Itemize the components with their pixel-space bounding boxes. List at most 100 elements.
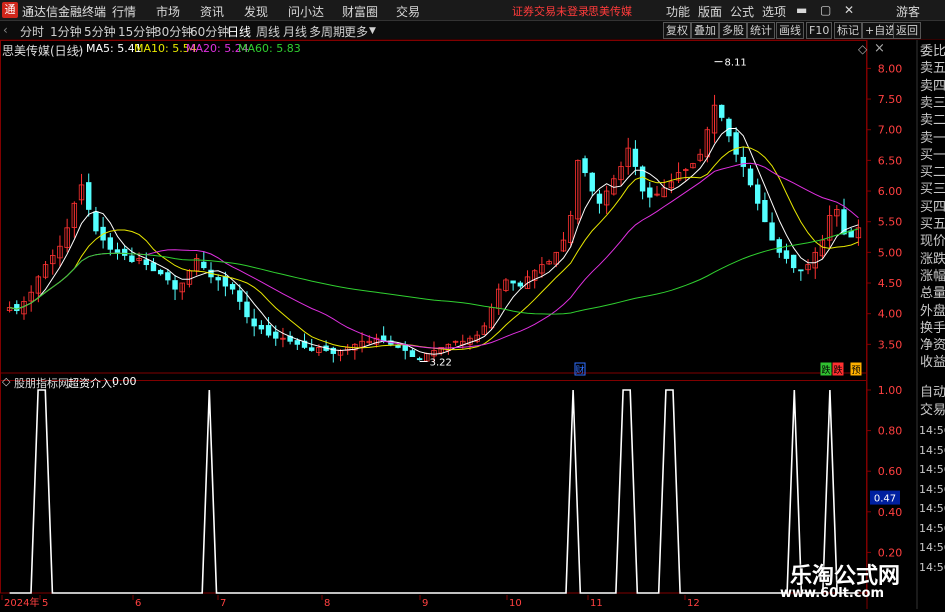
candle-down (798, 269, 804, 272)
quote-field-label: 委比 (920, 44, 945, 59)
menu-item-function[interactable]: 功能 (666, 3, 690, 20)
menu-item-ask[interactable]: 问小达 (288, 3, 324, 20)
trade-panel-label[interactable]: 交易 (920, 403, 945, 418)
candle-down (747, 168, 754, 186)
candle-down (129, 255, 135, 262)
stats-button[interactable]: 统计 (747, 22, 775, 39)
ma10-line (9, 146, 859, 351)
menu-item-layout[interactable]: 版面 (698, 3, 722, 20)
quote-field-label: 卖四 (920, 78, 945, 94)
candle-down (244, 301, 250, 318)
menu-item-trade[interactable]: 交易 (396, 3, 420, 20)
current-stock-name: 思美传媒 (588, 5, 632, 18)
menu-item-market[interactable]: 市场 (156, 3, 180, 20)
x-tick-label: 2024年 (4, 596, 39, 609)
candle-down (783, 250, 790, 259)
trade-panel-label[interactable]: 自动 (920, 385, 945, 400)
candle-down (790, 254, 797, 269)
period-tab-60min[interactable]: 60分钟 (190, 23, 229, 40)
candle-down (582, 158, 588, 174)
guest-label[interactable]: 游客 (896, 3, 920, 20)
indicator-label: 超资介入: (68, 377, 116, 390)
trade-time: 14:56 (919, 541, 945, 554)
indicator-tick-label: 1.00 (878, 384, 903, 397)
period-tab-weekly[interactable]: 周线 (256, 23, 280, 40)
ma60-label: MA60: 5.83 (238, 42, 301, 55)
candle-down (14, 304, 20, 312)
quote-field-label: 涨跌 (920, 251, 945, 267)
x-tick-label: 8 (324, 598, 330, 609)
menu-item-news[interactable]: 资讯 (200, 3, 224, 20)
candle-down (201, 261, 207, 269)
period-tab-intraday[interactable]: 分时 (20, 23, 44, 40)
trade-time: 14:56 (919, 443, 945, 457)
quote-field-label: 卖一 (920, 130, 945, 146)
login-notice[interactable]: 证券交易未登录 (512, 3, 589, 19)
price-tick-label: 5.00 (878, 246, 903, 259)
indicator-tick-label: 0.80 (878, 425, 903, 438)
ma20-line (9, 162, 859, 349)
period-tab-15min[interactable]: 15分钟 (118, 23, 157, 40)
candle-down (258, 324, 265, 330)
period-tab-1min[interactable]: 1分钟 (50, 23, 82, 40)
maximize-icon[interactable]: ▢ (820, 3, 831, 17)
candle-down (172, 280, 178, 290)
settings-chevron-icon[interactable]: ⌄ (74, 42, 83, 55)
trade-time: 14:56 (919, 424, 945, 437)
period-tab-monthly[interactable]: 月线 (283, 23, 307, 40)
period-tab-daily[interactable]: 日线 (227, 23, 251, 40)
quote-field-label: 买四 (920, 199, 945, 215)
menu-item-options[interactable]: 选项 (762, 3, 786, 20)
candle-down (165, 272, 171, 281)
candle-down (86, 182, 92, 210)
menu-item-quotes[interactable]: 行情 (112, 3, 136, 20)
period-tab-30min[interactable]: 30分钟 (154, 23, 193, 40)
more-chevron-icon[interactable]: ▼ (369, 26, 376, 36)
candle-down (309, 347, 315, 351)
period-tab-5min[interactable]: 5分钟 (84, 23, 116, 40)
main-chart-frame (0, 40, 867, 381)
multi-stock-button[interactable]: 多股 (719, 22, 747, 39)
indicator-value: 0.00 (112, 375, 137, 388)
x-tick-label: 6 (135, 598, 141, 609)
trade-time: 14:56 (919, 463, 945, 476)
chart-area[interactable]: 8.00 7.50 7.00 6.50 6.00 5.50 5.00 4.50 4.00 3.50… (0, 40, 945, 609)
app-title: 通达信金融终端 (22, 5, 107, 19)
candle-down (510, 280, 516, 284)
watermark-url: www.60lt.com (780, 586, 885, 601)
quote-field-label: 总量 (920, 286, 945, 302)
chart-svg[interactable]: 8.00 7.50 7.00 6.50 6.00 5.50 5.00 4.50 4.00 3.50… (0, 40, 945, 609)
ma5-line (9, 128, 859, 355)
menu-item-formula[interactable]: 公式 (730, 3, 754, 20)
period-tab-multi[interactable]: 多周期 (309, 23, 345, 40)
back-button[interactable]: 返回 (893, 22, 921, 39)
candle-down (265, 325, 272, 336)
quote-field-label: 卖五 (920, 61, 945, 77)
minimize-icon[interactable]: ▬ (796, 3, 807, 17)
app-logo-icon: 通 (2, 2, 18, 18)
panel-close-icon[interactable]: × (874, 41, 885, 56)
quote-field-label: 收益 (920, 355, 945, 371)
price-tick-label: 7.50 (878, 93, 903, 106)
price-tick-label: 7.00 (878, 124, 903, 137)
diamond-icon[interactable]: ◇ (858, 42, 867, 56)
f10-button[interactable]: F10 (806, 22, 833, 39)
candle-down (237, 290, 243, 302)
menu-item-discover[interactable]: 发现 (244, 3, 268, 20)
price-tick-label: 5.50 (878, 216, 903, 229)
draw-line-button[interactable]: 画线 (776, 22, 804, 39)
adjust-button[interactable]: 复权 (663, 22, 691, 39)
candle-down (121, 248, 128, 256)
close-icon[interactable]: ✕ (844, 3, 854, 17)
price-tick-label: 4.00 (878, 308, 903, 321)
quote-field-label: 买三 (920, 182, 945, 198)
quote-field-label: 买五 (920, 217, 945, 232)
menu-item-wealth[interactable]: 财富圈 (342, 3, 378, 20)
mark-button[interactable]: 标记 (834, 22, 862, 39)
indicator-settings-icon[interactable]: ◇ (2, 375, 10, 388)
period-tab-more[interactable]: 更多 (344, 23, 368, 40)
quote-field-label: 换手 (920, 320, 945, 336)
toolbar-grip-icon: ‹ (3, 23, 8, 37)
overlay-button[interactable]: 叠加 (691, 22, 719, 39)
candle-down (251, 318, 257, 327)
